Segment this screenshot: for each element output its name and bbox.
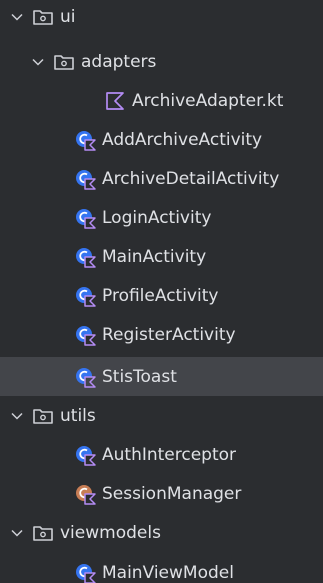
kotlin-class-icon [76,286,96,307]
tree-item-archivedetailactivity[interactable]: ArchiveDetailActivity [0,159,323,198]
tree-item-registeractivity[interactable]: RegisterActivity [0,315,323,354]
kotlin-class-icon [76,247,96,268]
tree-item-archiveadapter-kt[interactable]: ArchiveAdapter.kt [0,81,323,120]
tree-item-adapters[interactable]: adapters [0,42,323,81]
tree-item-label: MainActivity [102,246,207,267]
chevron-down-icon[interactable] [10,10,24,24]
tree-item-loginactivity[interactable]: LoginActivity [0,198,323,237]
tree-item-label: adapters [81,51,157,72]
tree-item-ststoast[interactable]: StisToast [0,357,323,396]
tree-item-label: AuthInterceptor [102,444,237,465]
tree-item-utils[interactable]: utils [0,396,323,435]
chevron-down-icon[interactable] [31,55,45,69]
tree-item-label: LoginActivity [102,207,212,228]
kotlin-class-icon [76,208,96,229]
tree-item-label: StisToast [102,366,177,387]
kotlin-class-icon [76,169,96,190]
kotlin-class-icon [76,130,96,151]
tree-item-label: AddArchiveActivity [102,129,263,150]
tree-item-label: ProfileActivity [102,285,219,306]
tree-item-label: ArchiveDetailActivity [102,168,280,189]
tree-item-label: utils [60,405,96,426]
tree-item-label: SessionManager [102,483,242,504]
kotlin-class-icon [76,325,96,346]
package-folder-icon [33,9,53,25]
tree-item-ui[interactable]: ui [0,0,323,36]
tree-item-label: ArchiveAdapter.kt [132,90,284,111]
tree-item-authinterceptor[interactable]: AuthInterceptor [0,435,323,474]
tree-item-label: RegisterActivity [102,324,236,345]
tree-item-viewmodels[interactable]: viewmodels [0,513,323,552]
package-folder-icon [33,525,53,541]
chevron-down-icon[interactable] [10,526,24,540]
tree-item-label: ui [60,6,76,27]
kotlin-file-icon [106,91,124,110]
tree-item-label: MainViewModel [102,562,234,583]
package-folder-icon [54,54,74,70]
kotlin-class-icon [76,367,96,388]
kotlin-object-icon [76,484,96,505]
tree-item-mainviewmodel[interactable]: MainViewModel [0,553,323,583]
tree-item-sessionmanager[interactable]: SessionManager [0,474,323,513]
tree-item-addarchiveactivity[interactable]: AddArchiveActivity [0,120,323,159]
tree-item-profileactivity[interactable]: ProfileActivity [0,276,323,315]
package-folder-icon [33,408,53,424]
tree-item-label: viewmodels [60,522,161,543]
project-tree: ui adapters ArchiveAdapter.kt AddArchive… [0,0,323,583]
chevron-down-icon[interactable] [10,409,24,423]
kotlin-class-icon [76,563,96,583]
kotlin-class-icon [76,445,96,466]
tree-item-mainactivity[interactable]: MainActivity [0,237,323,276]
